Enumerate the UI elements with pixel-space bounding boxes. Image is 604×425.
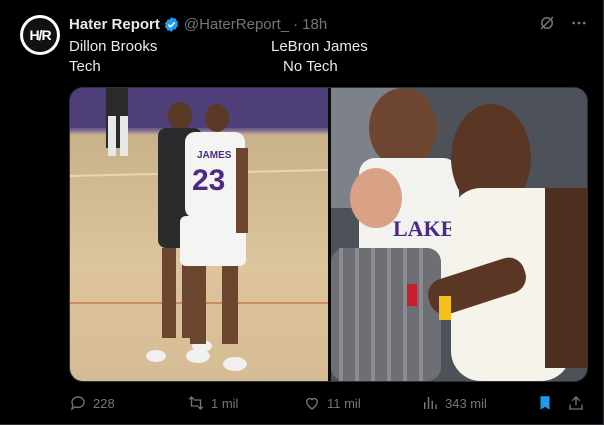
- reply-icon: [70, 396, 85, 411]
- author-name[interactable]: Hater Report: [69, 16, 160, 33]
- confrontation-scene: LAKERS: [331, 88, 587, 381]
- tweet-media[interactable]: JAMES 23 LAKERS: [69, 87, 588, 382]
- like-count: 11 mil: [327, 395, 361, 411]
- share-icon: [569, 396, 583, 410]
- grok-icon[interactable]: [538, 14, 556, 32]
- action-bar: 228 1 mil 11 mil 343 mil: [69, 392, 589, 414]
- jersey-name: JAMES: [197, 150, 232, 161]
- header-actions: [538, 14, 588, 32]
- media-photo-right[interactable]: LAKERS: [331, 88, 587, 381]
- tweet-text-col1-line2: Tech: [69, 58, 101, 75]
- media-photo-left[interactable]: JAMES 23: [70, 88, 329, 381]
- share-button[interactable]: [567, 392, 585, 414]
- avatar[interactable]: H/R: [20, 15, 60, 55]
- jersey-number: 23: [192, 164, 225, 197]
- verified-icon: [164, 16, 179, 32]
- more-icon[interactable]: [570, 14, 588, 32]
- views-button[interactable]: 343 mil: [421, 392, 487, 414]
- post-time[interactable]: 18h: [302, 16, 327, 33]
- avatar-logo: H/R: [23, 18, 57, 52]
- bookmark-icon: [540, 396, 550, 410]
- reply-count: 228: [93, 395, 115, 411]
- reply-button[interactable]: 228: [69, 392, 115, 414]
- court-scene: JAMES 23: [70, 88, 329, 371]
- like-icon: [306, 397, 318, 410]
- tweet-text-col1-line1: Dillon Brooks: [69, 38, 158, 55]
- author-handle[interactable]: @HaterReport_: [184, 16, 289, 33]
- repost-count: 1 mil: [211, 395, 239, 411]
- tweet-header: Hater Report @HaterReport_ · 18h: [69, 14, 327, 34]
- tweet-text-col2-line2: No Tech: [283, 58, 338, 75]
- views-count: 343 mil: [445, 395, 487, 411]
- like-button[interactable]: 11 mil: [303, 392, 361, 414]
- bookmark-button[interactable]: [536, 392, 554, 414]
- header-separator: ·: [293, 15, 299, 33]
- tweet-text-col2-line1: LeBron James: [271, 38, 368, 55]
- views-icon: [424, 397, 437, 409]
- repost-button[interactable]: 1 mil: [187, 392, 238, 414]
- repost-icon: [188, 396, 204, 410]
